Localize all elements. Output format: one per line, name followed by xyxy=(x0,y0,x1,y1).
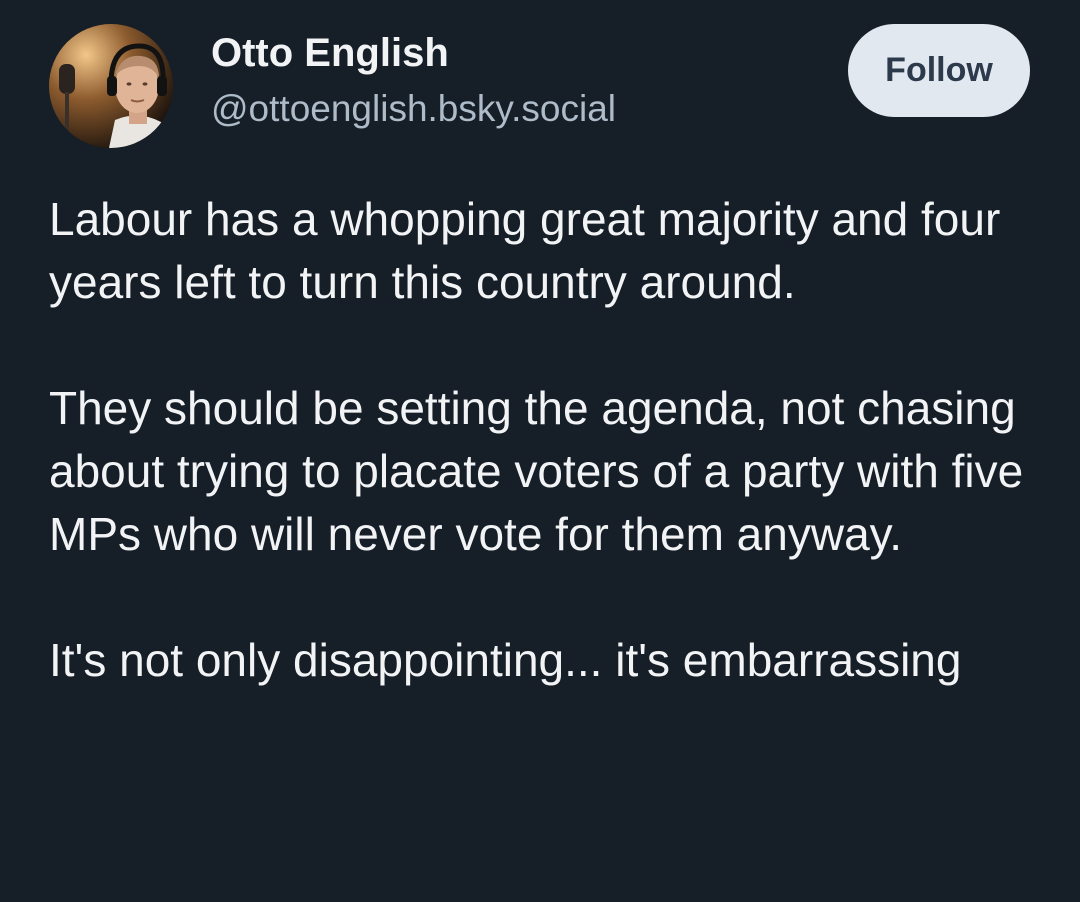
post-paragraph: They should be setting the agenda, not c… xyxy=(49,382,1024,560)
post-paragraph: Labour has a whopping great majority and… xyxy=(49,193,1001,308)
follow-button[interactable]: Follow xyxy=(848,24,1030,117)
post-card: Otto English @ottoenglish.bsky.social Fo… xyxy=(0,0,1080,902)
post-paragraph: It's not only disappointing... it's emba… xyxy=(49,634,962,686)
post-text: Labour has a whopping great majority and… xyxy=(49,188,1049,692)
author-handle[interactable]: @ottoenglish.bsky.social xyxy=(211,86,616,132)
author-display-name[interactable]: Otto English xyxy=(211,28,449,78)
avatar[interactable] xyxy=(49,24,173,148)
avatar-image xyxy=(49,24,173,148)
